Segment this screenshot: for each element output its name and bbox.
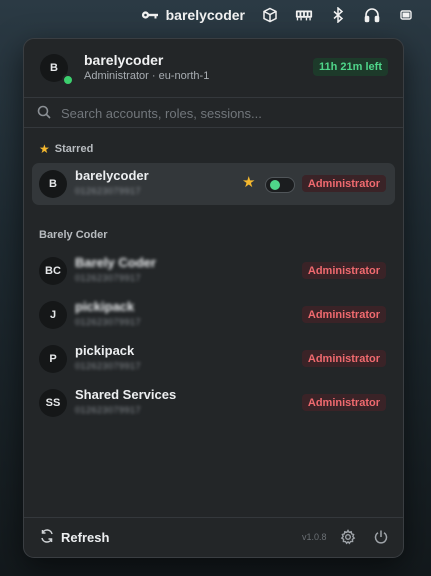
refresh-button[interactable]: Refresh — [40, 529, 109, 546]
account-name: pickipack — [75, 343, 135, 358]
account-row-starred[interactable]: B barelycoder 012623079917 ★ Administrat… — [32, 163, 395, 205]
account-id: 012623079917 — [75, 361, 142, 371]
toggle-knob — [270, 180, 280, 190]
account-id: 012623079917 — [75, 317, 142, 327]
online-status-dot — [62, 74, 74, 86]
account-name: barelycoder — [75, 168, 149, 183]
key-icon — [141, 6, 159, 24]
avatar: SS — [39, 389, 67, 417]
favorite-star-icon[interactable]: ★ — [242, 175, 255, 190]
role-badge[interactable]: Administrator — [301, 394, 386, 411]
bluetooth-icon[interactable] — [329, 6, 347, 24]
account-id: 012623079917 — [75, 273, 142, 283]
current-profile-name: barelycoder — [84, 52, 164, 68]
account-row[interactable]: P pickipack 012623079917 Administrator — [32, 338, 395, 380]
search-bar — [24, 98, 403, 128]
current-role-region: Administrator · eu-north-1 — [84, 70, 210, 82]
account-id: 012623079917 — [75, 405, 142, 415]
account-popup: B barelycoder Administrator · eu-north-1… — [23, 38, 404, 558]
account-name: pickipack — [75, 299, 135, 314]
starred-section-title: ★ Starred — [39, 143, 93, 155]
account-row[interactable]: BC Barely Coder 012623079917 Administrat… — [32, 250, 395, 292]
avatar: P — [39, 345, 67, 373]
starred-title-label: Starred — [54, 143, 94, 155]
role-badge[interactable]: Administrator — [301, 262, 386, 279]
avatar: BC — [39, 257, 67, 285]
role-badge[interactable]: Administrator — [301, 175, 386, 192]
power-icon[interactable] — [373, 529, 389, 550]
cube-icon[interactable] — [261, 6, 279, 24]
headphones-icon[interactable] — [363, 6, 381, 24]
battery-icon[interactable] — [397, 6, 415, 24]
search-icon — [37, 105, 51, 124]
role-badge[interactable]: Administrator — [301, 306, 386, 323]
account-row[interactable]: J pickipack 012623079917 Administrator — [32, 294, 395, 336]
account-name: Barely Coder — [75, 255, 156, 270]
account-row[interactable]: SS Shared Services 012623079917 Administ… — [32, 382, 395, 424]
version-label: v1.0.8 — [302, 532, 327, 542]
session-toggle[interactable] — [265, 177, 295, 193]
role-badge[interactable]: Administrator — [301, 350, 386, 367]
refresh-label: Refresh — [61, 530, 110, 545]
memory-icon[interactable] — [295, 6, 313, 24]
group-section-title: Barely Coder — [39, 229, 107, 241]
menubar-app-label: barelycoder — [165, 7, 245, 23]
menu-bar: barelycoder — [0, 0, 431, 30]
avatar: J — [39, 301, 67, 329]
account-name: Shared Services — [75, 387, 177, 402]
account-id: 012623079917 — [75, 186, 142, 196]
refresh-icon — [40, 529, 54, 546]
group-title-label: Barely Coder — [39, 229, 108, 241]
popup-header: B barelycoder Administrator · eu-north-1… — [24, 39, 403, 98]
popup-footer: Refresh v1.0.8 — [24, 517, 403, 557]
session-time-badge: 11h 21m left — [313, 58, 388, 76]
gear-icon[interactable] — [340, 529, 356, 550]
avatar: B — [39, 170, 67, 198]
search-input[interactable] — [59, 102, 383, 124]
star-icon: ★ — [39, 142, 50, 156]
menubar-app-item[interactable]: barelycoder — [141, 6, 245, 24]
